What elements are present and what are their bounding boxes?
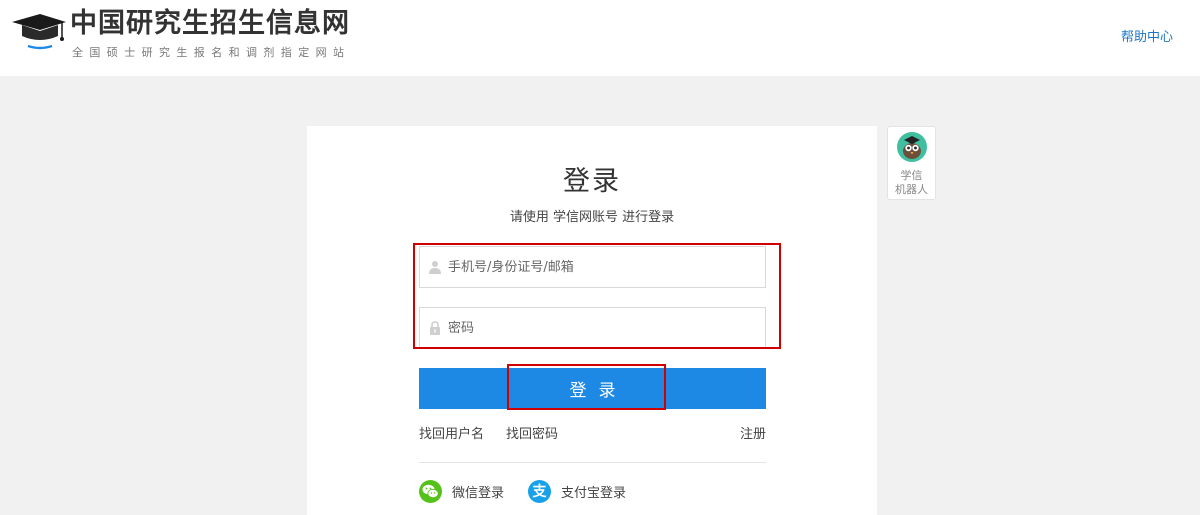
site-header: 中国研究生招生信息网 全国硕士研究生报名和调剂指定网站 帮助中心 bbox=[0, 0, 1200, 76]
wechat-icon bbox=[419, 479, 442, 503]
lock-icon bbox=[430, 321, 440, 335]
alipay-login[interactable]: 支 支付宝登录 bbox=[528, 479, 626, 503]
robot-label-line2: 机器人 bbox=[895, 183, 928, 196]
login-title: 登录 bbox=[563, 166, 621, 197]
divider bbox=[419, 462, 766, 463]
robot-avatar-icon bbox=[896, 132, 927, 162]
robot-assistant-button[interactable]: 学信 机器人 bbox=[887, 126, 936, 200]
logo-text: 中国研究生招生信息网 全国硕士研究生报名和调剂指定网站 bbox=[70, 8, 350, 60]
password-field[interactable] bbox=[419, 307, 766, 349]
logo-title: 中国研究生招生信息网 bbox=[70, 8, 350, 39]
alipay-icon: 支 bbox=[528, 479, 551, 503]
login-panel: 登录 请使用 学信网账号 进行登录 登录 找回用户名 找回密码 注册 bbox=[307, 126, 877, 515]
account-links: 找回用户名 找回密码 注册 bbox=[419, 423, 766, 443]
register-link[interactable]: 注册 bbox=[740, 423, 766, 442]
username-input[interactable] bbox=[448, 252, 748, 282]
username-field[interactable] bbox=[419, 246, 766, 288]
user-icon bbox=[429, 261, 441, 274]
wechat-login-label: 微信登录 bbox=[452, 485, 505, 501]
alipay-login-label: 支付宝登录 bbox=[561, 485, 627, 501]
site-logo[interactable]: 中国研究生招生信息网 全国硕士研究生报名和调剂指定网站 bbox=[10, 8, 350, 64]
graduation-cap-icon bbox=[12, 14, 66, 50]
login-button[interactable]: 登录 bbox=[419, 368, 766, 409]
forgot-username-link[interactable]: 找回用户名 bbox=[419, 423, 484, 442]
login-subtitle: 请使用 学信网账号 进行登录 bbox=[509, 210, 675, 225]
logo-subtitle: 全国硕士研究生报名和调剂指定网站 bbox=[72, 46, 351, 59]
robot-label-line1: 学信 bbox=[900, 169, 923, 182]
wechat-login[interactable]: 微信登录 bbox=[419, 479, 504, 503]
help-center-link[interactable]: 帮助中心 bbox=[1121, 26, 1173, 45]
password-input[interactable] bbox=[448, 313, 748, 343]
forgot-password-link[interactable]: 找回密码 bbox=[506, 423, 558, 442]
